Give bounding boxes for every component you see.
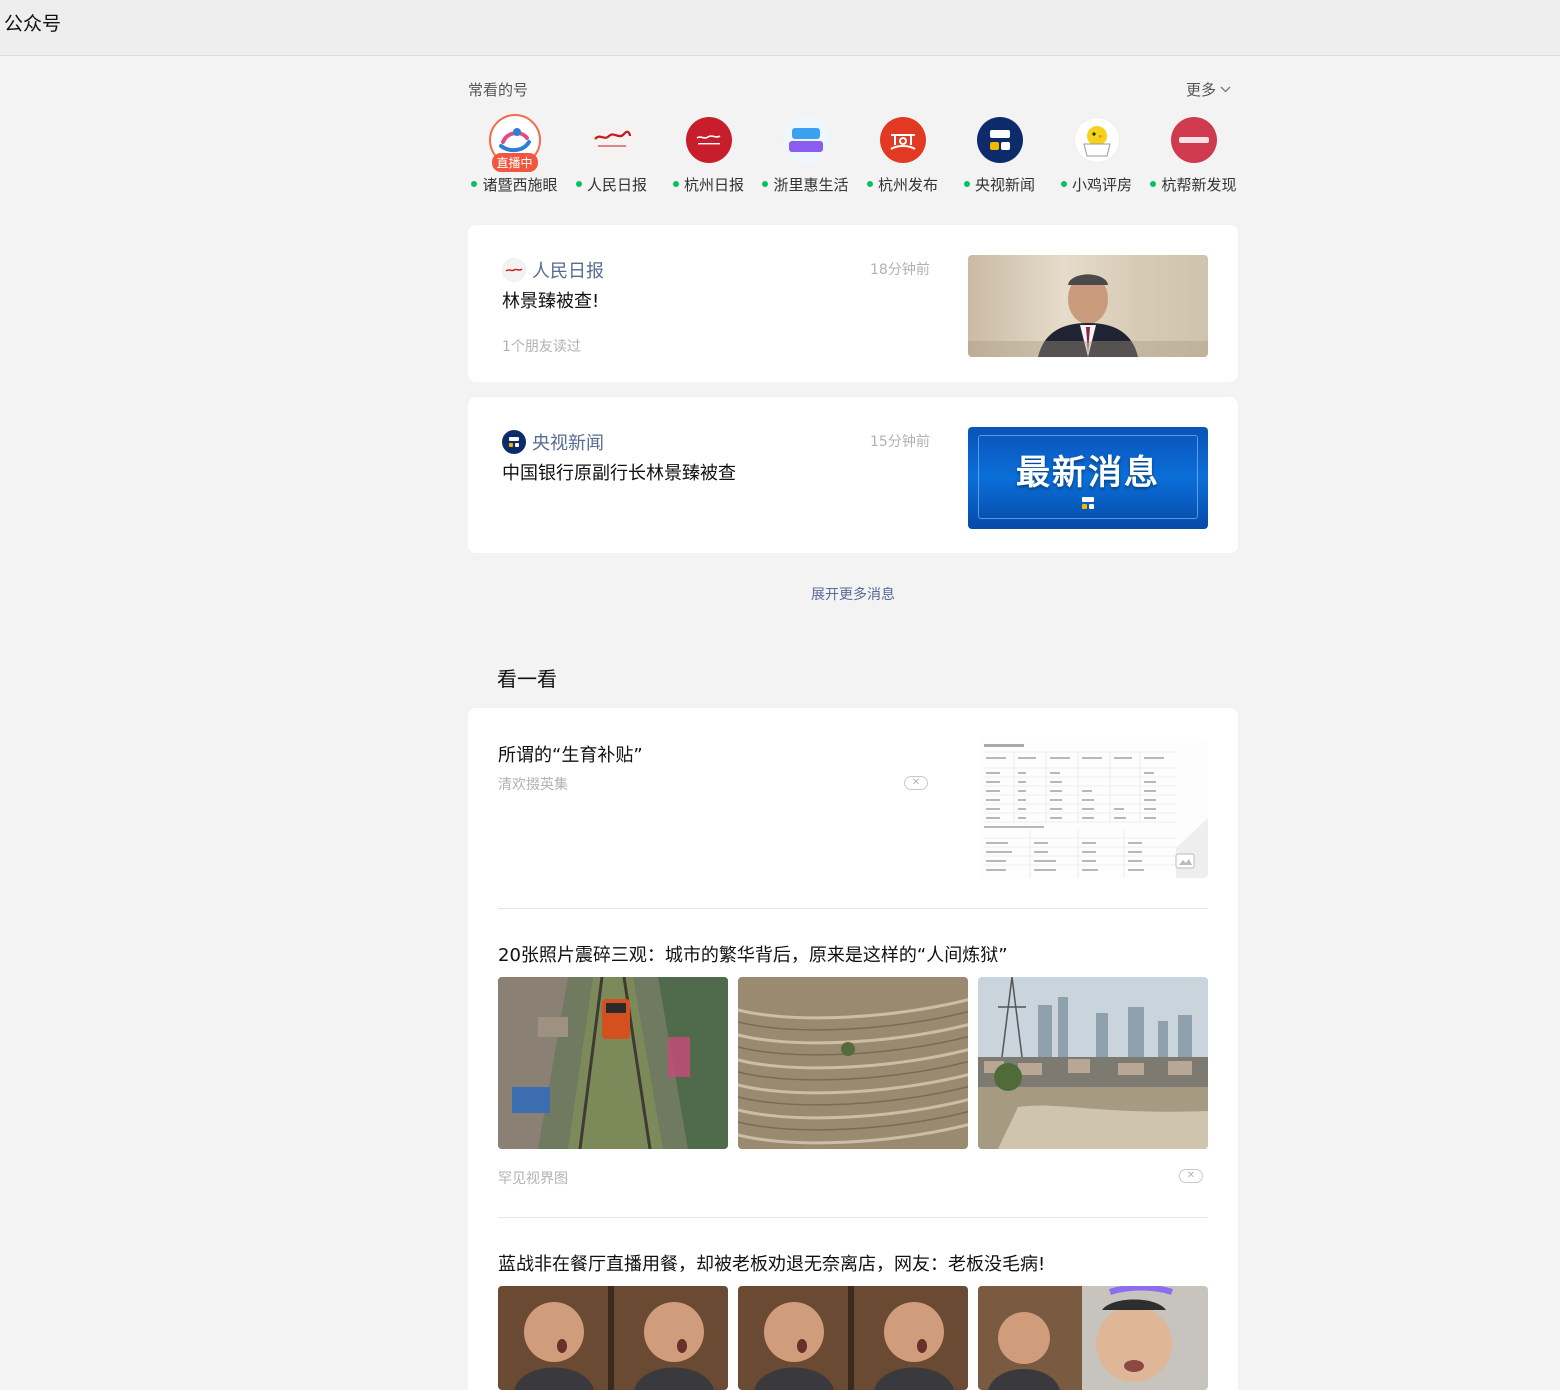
online-dot-icon (762, 180, 769, 187)
cctv-news-logo-icon (1082, 497, 1094, 509)
account-xiaojipingfang[interactable]: 小鸡评房 (1048, 112, 1145, 196)
feed-image-grid (498, 1286, 1208, 1390)
feed-item-title[interactable]: 所谓的“生育补贴” (498, 741, 643, 767)
feed-item-title[interactable]: 20张照片震碎三观：城市的繁华背后，原来是这样的“人间炼狱” (498, 941, 1008, 967)
chevron-down-icon (1220, 86, 1231, 93)
message-time: 15分钟前 (870, 434, 930, 450)
expand-more-messages-button[interactable]: 展开更多消息 (468, 584, 1238, 604)
message-source[interactable]: 人民日报 (502, 257, 604, 283)
renminribao-logo-icon (502, 258, 526, 282)
account-hangzhoufabu[interactable]: 杭州发布 (854, 112, 951, 196)
account-name: 人民日报 (563, 174, 660, 195)
frequent-accounts-list: 直播中 诸暨西施眼 人民日报 杭州日报 浙里惠生活 杭州发布 央视新闻 小鸡评房… (466, 112, 1242, 196)
feed-divider (498, 908, 1208, 909)
yangshixinwen-logo-icon (976, 117, 1023, 163)
online-dot-icon (963, 180, 970, 187)
online-dot-icon (672, 180, 679, 187)
feed-item-thumbnail[interactable] (980, 738, 1208, 878)
account-renminribao[interactable]: 人民日报 (563, 112, 660, 196)
account-zhelihuishenghuo[interactable]: 浙里惠生活 (757, 112, 854, 196)
feed-photo[interactable] (498, 1286, 728, 1390)
message-card[interactable]: 人民日报 18分钟前 林景臻被查! 1个朋友读过 (468, 225, 1238, 382)
account-hangzhouribao[interactable]: 杭州日报 (660, 112, 757, 196)
friends-read-count: 1个朋友读过 (502, 339, 581, 355)
frequent-accounts-label: 常看的号 (468, 81, 529, 99)
table-screenshot-image (980, 738, 1208, 878)
account-name: 央视新闻 (951, 174, 1048, 195)
message-thumbnail[interactable]: 最新消息 (968, 427, 1208, 529)
dismiss-close-icon[interactable]: ✕ (1179, 1169, 1203, 1183)
online-dot-icon (1060, 180, 1067, 187)
account-name: 杭帮新发现 (1145, 174, 1242, 195)
more-accounts-button[interactable]: 更多 (1186, 79, 1231, 100)
account-hangbangxinfaxian[interactable]: 杭帮新发现 (1145, 112, 1242, 196)
renminribao-logo-icon (588, 117, 635, 163)
feed-item-source[interactable]: 罕见视界图 (498, 1168, 568, 1188)
online-dot-icon (471, 180, 478, 187)
message-source[interactable]: 央视新闻 (502, 429, 604, 455)
feed-photo[interactable] (978, 1286, 1208, 1390)
hangzhouribao-logo-icon (685, 117, 732, 163)
window-titlebar: 公众号 (0, 0, 1560, 56)
more-label: 更多 (1186, 81, 1217, 99)
yangshixinwen-logo-icon (502, 430, 526, 454)
message-time: 18分钟前 (870, 262, 930, 278)
account-yangshixinwen[interactable]: 央视新闻 (951, 112, 1048, 196)
zhelihuishenghuo-logo-icon (782, 117, 829, 163)
live-badge: 直播中 (491, 153, 538, 172)
hangbangxinfaxian-logo-icon (1170, 117, 1217, 163)
feed-item-title[interactable]: 蓝战非在餐厅直播用餐，却被老板劝退无奈离店，网友：老板没毛病! (498, 1250, 1045, 1276)
feed-photo[interactable] (978, 977, 1208, 1149)
message-thumbnail[interactable] (968, 255, 1208, 357)
thumbnail-headline: 最新消息 (1016, 453, 1160, 493)
feed-item-source[interactable]: 清欢掇英集 (498, 774, 568, 794)
feed-photo[interactable] (738, 977, 968, 1149)
dismiss-close-icon[interactable]: ✕ (904, 776, 928, 790)
window-title: 公众号 (4, 13, 62, 35)
account-name: 浙里惠生活 (757, 174, 854, 195)
feed-image-grid (498, 977, 1208, 1149)
account-name: 诸暨西施眼 (466, 174, 563, 195)
online-dot-icon (575, 180, 582, 187)
account-zhujixishiyan[interactable]: 直播中 诸暨西施眼 (466, 112, 563, 196)
kankan-section-title: 看一看 (497, 667, 557, 691)
account-name: 小鸡评房 (1048, 174, 1145, 195)
feed-photo[interactable] (498, 977, 728, 1149)
portrait-image (968, 274, 1208, 357)
account-name: 杭州发布 (854, 174, 951, 195)
hangzhoufabu-logo-icon (879, 117, 926, 163)
message-title[interactable]: 中国银行原副行长林景臻被查 (502, 459, 736, 485)
kankan-feed: 所谓的“生育补贴” 清欢掇英集 ✕ 20张照片震碎三观：城市的繁华背后，原来是这… (468, 708, 1238, 1390)
message-card[interactable]: 央视新闻 15分钟前 中国银行原副行长林景臻被查 最新消息 (468, 397, 1238, 553)
chick-logo-icon (1073, 117, 1120, 163)
account-name: 杭州日报 (660, 174, 757, 195)
online-dot-icon (866, 180, 873, 187)
online-dot-icon (1150, 180, 1157, 187)
feed-photo[interactable] (738, 1286, 968, 1390)
message-title[interactable]: 林景臻被查! (502, 287, 599, 313)
feed-divider (498, 1217, 1208, 1218)
